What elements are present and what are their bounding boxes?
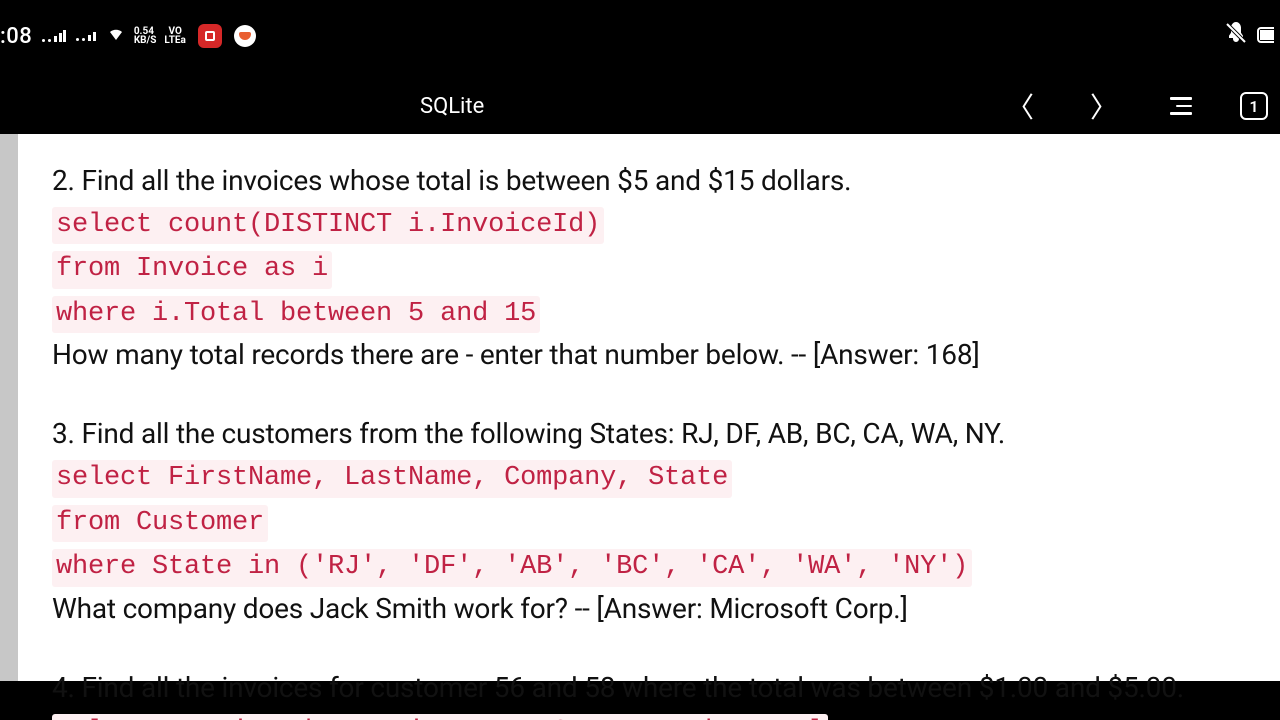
app-notification-icon — [234, 25, 256, 47]
toolbar-actions: 〈 〉 1 — [1002, 86, 1268, 126]
menu-icon[interactable] — [1170, 97, 1192, 115]
browser-toolbar: SQLite 〈 〉 1 — [0, 78, 1280, 134]
back-button[interactable]: 〈 — [1002, 86, 1038, 126]
q4-prompt: 4. Find all the invoices for customer 56… — [52, 669, 1250, 708]
q3-code-3: where State in ('RJ', 'DF', 'AB', 'BC', … — [52, 549, 972, 587]
status-left: :08 0.54 KB/S VO LTEa — [0, 24, 256, 49]
page-title: SQLite — [420, 94, 484, 119]
screen-record-icon — [198, 24, 222, 48]
q2-code-1: select count(DISTINCT i.InvoiceId) — [52, 207, 604, 245]
mute-icon — [1224, 21, 1248, 51]
q4-code-1: select InvoiceId, InvoiceDate, CustomerI… — [52, 714, 828, 720]
wifi-icon — [106, 26, 126, 47]
q3-code-1: select FirstName, LastName, Company, Sta… — [52, 460, 732, 498]
network-speed: 0.54 KB/S — [134, 27, 157, 46]
q3-prompt: 3. Find all the customers from the follo… — [52, 415, 1250, 454]
scrollbar[interactable] — [0, 134, 18, 681]
forward-button[interactable]: 〉 — [1086, 86, 1122, 126]
battery-icon — [1256, 24, 1274, 48]
clock: :08 — [0, 24, 32, 49]
q2-follow: How many total records there are - enter… — [52, 336, 1250, 375]
net-speed-unit: KB/S — [134, 36, 157, 46]
tabs-button[interactable]: 1 — [1240, 92, 1268, 120]
content-area: 2. Find all the invoices whose total is … — [0, 134, 1280, 681]
status-right — [1224, 21, 1276, 51]
status-bar: :08 0.54 KB/S VO LTEa — [0, 0, 1280, 78]
q3-code-2: from Customer — [52, 505, 268, 543]
q2-code-2: from Invoice as i — [52, 251, 332, 289]
q2-code-3: where i.Total between 5 and 15 — [52, 296, 540, 334]
cell-signal-1 — [42, 30, 66, 42]
page-content[interactable]: 2. Find all the invoices whose total is … — [18, 134, 1280, 681]
volte-indicator: VO LTEa — [164, 27, 185, 46]
q2-prompt: 2. Find all the invoices whose total is … — [52, 162, 1250, 201]
q3-follow: What company does Jack Smith work for? -… — [52, 590, 1250, 629]
cell-signal-2 — [76, 32, 96, 41]
